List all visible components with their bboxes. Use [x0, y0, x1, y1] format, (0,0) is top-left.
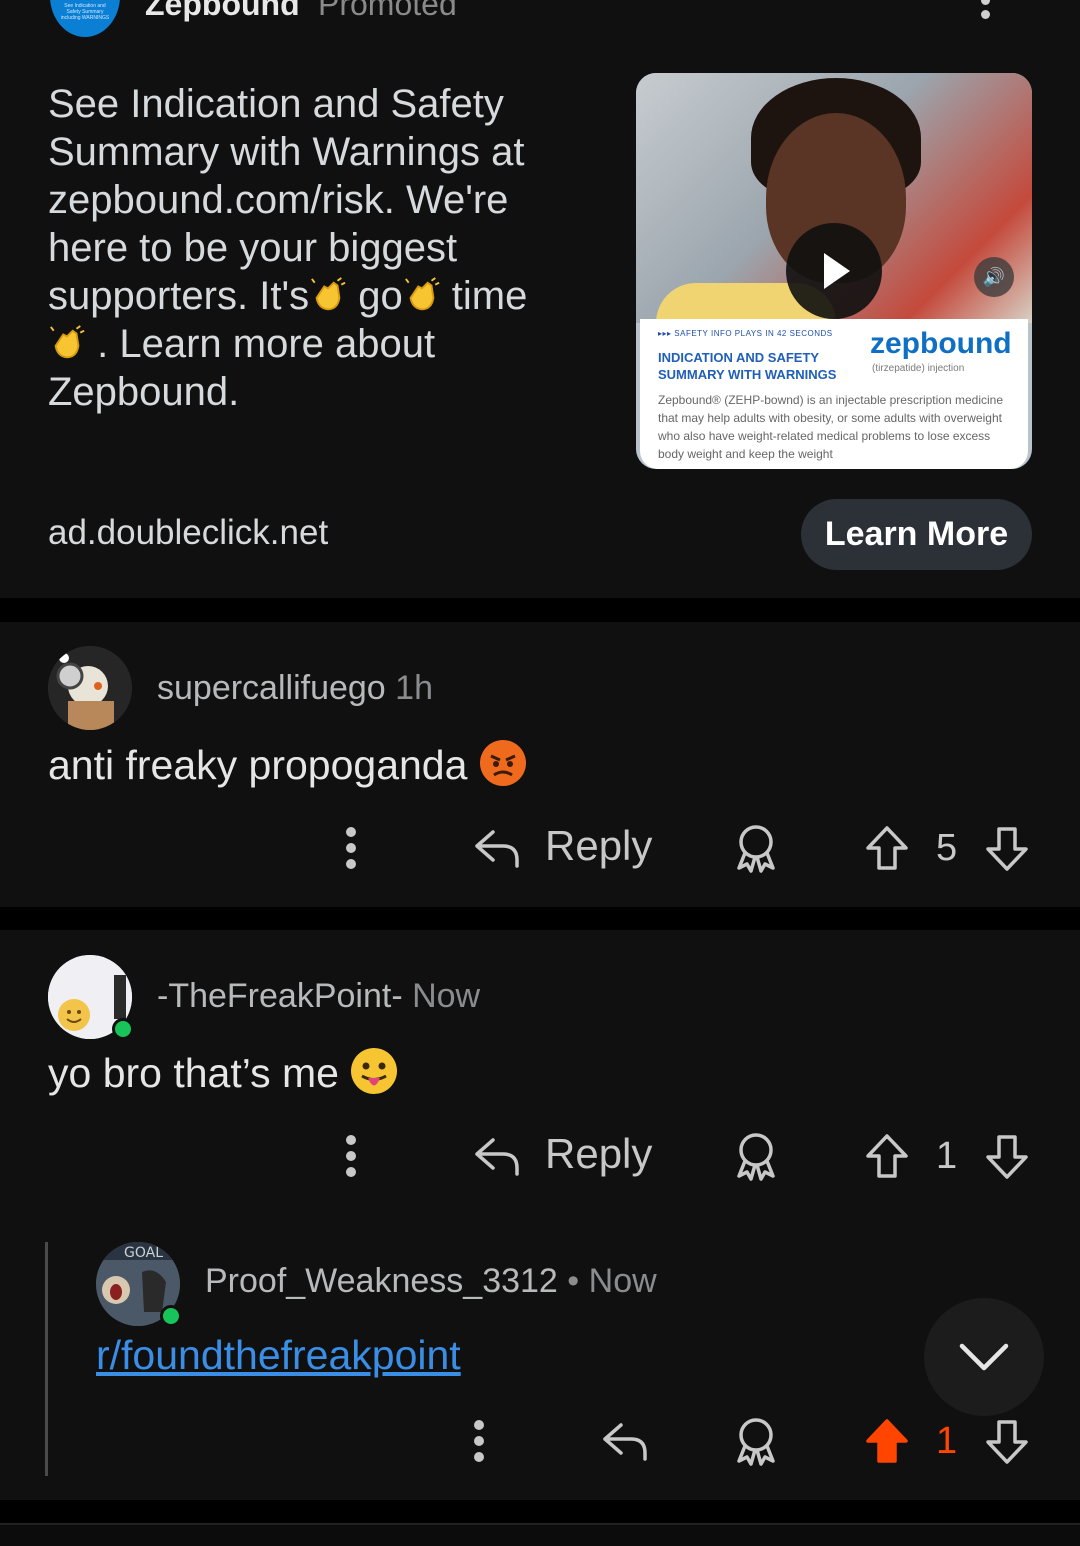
advertiser-name[interactable]: Zepbound — [145, 0, 300, 23]
more-options-icon[interactable] — [344, 1135, 358, 1177]
clapping-hands-icon — [311, 277, 346, 311]
reply-button[interactable]: Reply — [545, 822, 652, 870]
downvote-icon[interactable] — [984, 1133, 1030, 1181]
chevron-down-icon — [959, 1343, 1009, 1371]
promoted-label: Promoted — [318, 0, 457, 22]
angry-face-icon — [479, 740, 526, 786]
award-icon[interactable] — [733, 1417, 779, 1467]
ad-text-line: Summary with Warnings at — [48, 130, 525, 174]
online-status-indicator — [112, 1018, 134, 1040]
ad-text-line: zepbound.com/risk. We're — [48, 178, 509, 222]
comment-text: anti freaky propoganda — [48, 742, 468, 788]
safety-panel: ▸▸▸ SAFETY INFO PLAYS IN 42 SECONDS INDI… — [640, 319, 1028, 469]
award-icon[interactable] — [733, 1132, 779, 1182]
comment-body: anti freaky propoganda — [48, 739, 527, 789]
astronaut-avatar-icon — [48, 646, 132, 730]
vote-score: 5 — [936, 827, 958, 869]
vote-score: 1 — [936, 1420, 958, 1462]
safety-info-strip: ▸▸▸ SAFETY INFO PLAYS IN 42 SECONDS — [658, 329, 833, 338]
upvote-icon[interactable] — [864, 824, 910, 872]
ad-text-line: Zepbound. — [48, 370, 240, 414]
author-name[interactable]: -TheFreakPoint- — [157, 977, 403, 1015]
safety-body: Zepbound® (ZEHP-bownd) is an injectable … — [658, 393, 1004, 461]
avatar[interactable] — [48, 646, 132, 730]
clapping-hands-icon — [50, 325, 85, 359]
downvote-icon[interactable] — [984, 825, 1030, 873]
vote-score: 1 — [936, 1135, 958, 1177]
learn-more-button[interactable]: Learn More — [801, 499, 1032, 570]
ad-text-line: here to be your biggest — [48, 226, 458, 270]
promoted-post[interactable]: See Indication and Safety Summary includ… — [0, 0, 1080, 598]
author-name[interactable]: Proof_Weakness_3312 — [205, 1262, 558, 1300]
downvote-icon[interactable] — [984, 1418, 1030, 1466]
more-options-icon[interactable] — [472, 1420, 486, 1462]
comment-time: Now — [588, 1262, 657, 1300]
comment-body: yo bro that’s me — [48, 1047, 398, 1097]
thread-line[interactable] — [45, 1242, 48, 1476]
ad-domain[interactable]: ad.doubleclick.net — [48, 513, 328, 553]
comment-time: Now — [412, 977, 481, 1015]
brand-logo: zepbound — [870, 327, 1012, 360]
ad-video[interactable]: 🔊 ▸▸▸ SAFETY INFO PLAYS IN 42 SECONDS IN… — [636, 73, 1032, 469]
comment-author[interactable]: -TheFreakPoint- Now — [157, 977, 480, 1016]
ad-text-line: . Learn more about — [86, 322, 436, 366]
ad-text-line: See Indication and Safety — [48, 82, 504, 126]
ad-more-options-icon[interactable] — [975, 0, 995, 24]
online-status-indicator — [160, 1305, 182, 1327]
brand-subtitle: (tirzepatide) injection — [872, 363, 965, 374]
comment-time: 1h — [395, 669, 433, 707]
subreddit-link[interactable]: r/foundthefreakpoint — [96, 1332, 461, 1379]
next-comment-button[interactable] — [924, 1298, 1044, 1416]
more-options-icon[interactable] — [344, 827, 358, 869]
comment-author[interactable]: supercallifuego 1h — [157, 669, 433, 708]
ad-text-line: go — [347, 274, 403, 318]
comment-author[interactable]: Proof_Weakness_3312 • Now — [205, 1262, 657, 1301]
ad-text-line: time — [440, 274, 528, 318]
tongue-face-icon — [351, 1048, 398, 1094]
ad-text-line: supporters. It's — [48, 274, 310, 318]
safety-title: INDICATION AND SAFETY SUMMARY WITH WARNI… — [658, 350, 837, 382]
upvote-icon-active[interactable] — [864, 1417, 910, 1465]
award-icon[interactable] — [733, 824, 779, 874]
comment: supercallifuego 1h anti freaky propogand… — [0, 622, 1080, 907]
advertiser-avatar-text: See Indication and Safety Summary includ… — [60, 3, 110, 21]
reply-icon[interactable] — [601, 1419, 649, 1463]
advertiser-avatar[interactable]: See Indication and Safety Summary includ… — [50, 0, 120, 37]
reply-button[interactable]: Reply — [545, 1130, 652, 1178]
reply-icon[interactable] — [473, 826, 521, 870]
upvote-icon[interactable] — [864, 1132, 910, 1180]
separator: • — [567, 1262, 580, 1300]
play-icon[interactable] — [786, 223, 882, 319]
comment-text: yo bro that’s me — [48, 1050, 339, 1096]
author-name[interactable]: supercallifuego — [157, 669, 386, 707]
reply-icon[interactable] — [473, 1134, 521, 1178]
clapping-hands-icon — [404, 277, 440, 311]
next-card-edge — [0, 1523, 1080, 1546]
svg-text:GOAL: GOAL — [124, 1245, 163, 1261]
sound-icon[interactable]: 🔊 — [974, 257, 1014, 297]
ad-text[interactable]: See Indication and Safety Summary with W… — [48, 80, 608, 416]
comment: -TheFreakPoint- Now yo bro that’s me Rep… — [0, 930, 1080, 1500]
